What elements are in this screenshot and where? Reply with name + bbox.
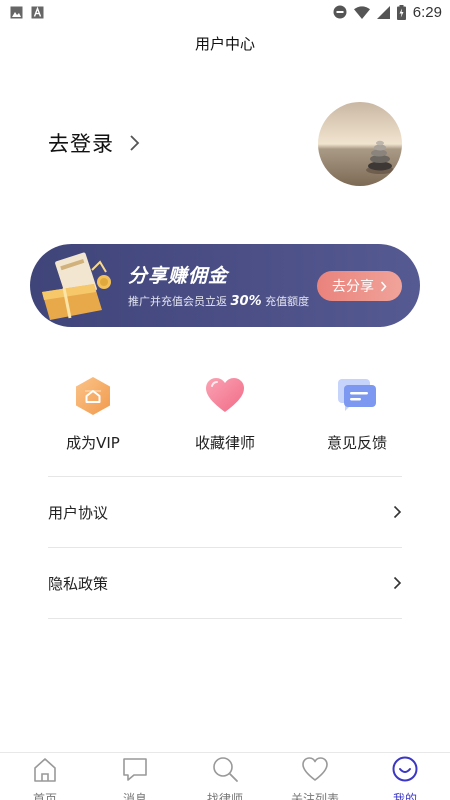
vip-hexagon-icon: [76, 377, 110, 415]
share-button[interactable]: 去分享: [317, 271, 402, 301]
feature-label: 收藏律师: [194, 434, 255, 452]
menu-item-label: 用户协议: [48, 503, 109, 522]
banner-percent: 30%: [230, 294, 262, 309]
nav-label: 首页: [32, 792, 57, 800]
chevron-right-icon: [130, 135, 140, 151]
status-bar: 6:29: [0, 0, 450, 24]
feature-feedback[interactable]: 意见反馈: [292, 374, 422, 453]
banner-subtitle-prefix: 推广并充值会员立返: [128, 295, 227, 308]
avatar-image: [318, 102, 402, 186]
feedback-icon: [338, 379, 376, 411]
nav-item-find-lawyer[interactable]: 找律师: [180, 755, 270, 800]
share-banner[interactable]: 分享赚佣金 推广并充值会员立返 30% 充值额度 去分享: [30, 244, 420, 327]
feature-label: 意见反馈: [326, 434, 387, 452]
nav-label: 消息: [122, 792, 147, 800]
divider: [48, 618, 402, 619]
share-button-label: 去分享: [332, 279, 374, 295]
nav-label: 我的: [392, 792, 417, 800]
nav-item-follow-list[interactable]: 关注列表: [270, 755, 360, 800]
home-icon: [34, 758, 56, 782]
chevron-right-icon: [380, 281, 387, 291]
nav-item-messages[interactable]: 消息: [90, 755, 180, 800]
wifi-icon: [353, 5, 370, 19]
chevron-right-icon: [393, 576, 402, 590]
battery-icon: [396, 4, 406, 20]
chevron-right-icon: [393, 505, 402, 519]
feature-become-vip[interactable]: 成为VIP: [28, 374, 158, 453]
login-button[interactable]: 去登录: [48, 128, 140, 158]
nav-label: 找律师: [206, 792, 243, 800]
menu-item-user-agreement[interactable]: 用户协议: [48, 477, 402, 547]
menu-item-privacy-policy[interactable]: 隐私政策: [48, 548, 402, 618]
status-time: 6:29: [412, 3, 442, 21]
heart-icon: [206, 378, 244, 412]
app-a-icon: [31, 6, 44, 18]
feature-grid: 成为VIP 收藏律师 意见反馈: [28, 374, 422, 453]
login-label: 去登录: [48, 132, 114, 156]
settings-menu: 用户协议 隐私政策: [48, 476, 402, 619]
feature-favorite-lawyers[interactable]: 收藏律师: [160, 374, 290, 453]
message-icon: [123, 758, 147, 781]
menu-item-label: 隐私政策: [48, 574, 109, 593]
status-right: 6:29: [333, 4, 442, 21]
search-icon: [213, 757, 238, 782]
status-left: [10, 6, 44, 19]
signal-icon: [376, 5, 390, 19]
heart-outline-icon: [302, 757, 328, 781]
nav-label: 关注列表: [290, 792, 339, 800]
dnd-icon: [333, 5, 347, 19]
banner-title: 分享赚佣金: [128, 265, 229, 287]
page-title: 用户中心: [194, 35, 255, 53]
bottom-nav: 首页 消息 找律师 关注列表 我的: [0, 752, 450, 800]
image-icon: [10, 6, 23, 18]
banner-subtitle-suffix: 充值额度: [265, 295, 310, 308]
nav-item-home[interactable]: 首页: [0, 755, 90, 800]
feature-label: 成为VIP: [66, 434, 120, 452]
smile-face-icon: [392, 756, 418, 782]
avatar[interactable]: [318, 102, 402, 186]
nav-item-mine[interactable]: 我的: [360, 755, 450, 800]
banner-subtitle: 推广并充值会员立返 30% 充值额度: [128, 293, 309, 309]
